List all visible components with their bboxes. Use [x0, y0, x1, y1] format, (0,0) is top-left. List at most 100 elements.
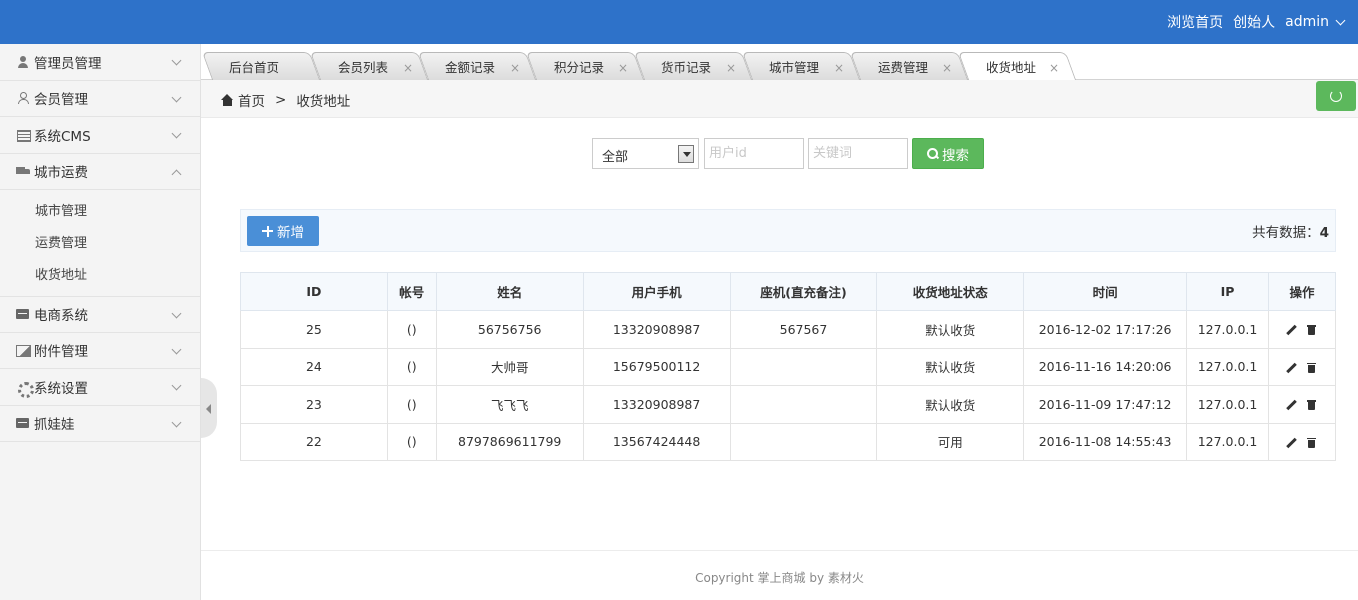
- trash-icon[interactable]: [1306, 399, 1318, 411]
- cell-account: (): [386, 422, 437, 461]
- cell-phone: 13567424448: [582, 422, 731, 461]
- sidebar-subitem-shipping-address[interactable]: 收货地址: [0, 260, 200, 292]
- cell-name: 8797869611799: [435, 422, 584, 461]
- breadcrumb: 首页 > 收货地址: [221, 90, 350, 110]
- user-id-input[interactable]: [704, 138, 804, 169]
- cell-time: 2016-11-09 17:47:12: [1023, 385, 1188, 424]
- chevron-down-icon: [171, 55, 182, 66]
- tab-label: 金额记录: [445, 60, 496, 75]
- record-count-label: 共有数据：: [1252, 225, 1320, 241]
- footer-divider: [201, 550, 1358, 551]
- close-icon[interactable]: ×: [726, 58, 736, 78]
- admin-username: admin: [1285, 14, 1329, 30]
- plus-icon: [262, 225, 273, 237]
- card-icon: [16, 416, 30, 430]
- sidebar-item-city-freight[interactable]: 城市运费: [0, 154, 200, 190]
- submenu-city-freight: 城市管理 运费管理 收货地址: [0, 190, 200, 296]
- search-icon: [927, 148, 938, 159]
- trash-icon[interactable]: [1306, 362, 1318, 374]
- tab-label: 运费管理: [878, 60, 929, 75]
- sidebar-subitem-freight-management[interactable]: 运费管理: [0, 228, 200, 260]
- breadcrumb-home[interactable]: 首页: [238, 90, 265, 110]
- cell-ip: 127.0.0.1: [1186, 385, 1269, 424]
- edit-icon[interactable]: [1286, 362, 1298, 374]
- trash-icon[interactable]: [1306, 324, 1318, 336]
- record-count-value: 4: [1319, 225, 1329, 241]
- record-count: 共有数据：4: [1252, 221, 1329, 241]
- tab-label: 城市管理: [769, 60, 820, 75]
- edit-icon[interactable]: [1286, 437, 1298, 449]
- search-button-label: 搜索: [942, 147, 969, 164]
- sidebar-item-admin[interactable]: 管理员管理: [0, 44, 200, 81]
- cell-phone: 15679500112: [582, 347, 731, 386]
- sidebar-subitem-city-management[interactable]: 城市管理: [0, 196, 200, 228]
- column-header: 用户手机: [582, 272, 731, 311]
- table-row: 23 () 飞飞飞 13320908987 默认收货 2016-11-09 17…: [240, 385, 1337, 424]
- founder-link[interactable]: 创始人: [1233, 12, 1275, 32]
- column-header: 时间: [1023, 272, 1188, 311]
- sidebar-collapse-handle[interactable]: [201, 378, 217, 438]
- column-header: 帐号: [386, 272, 437, 311]
- keyword-input[interactable]: [808, 138, 908, 169]
- sidebar-item-label: 会员管理: [34, 92, 88, 109]
- cell-account: (): [386, 347, 437, 386]
- breadcrumb-separator: >: [275, 92, 287, 108]
- cell-landline: [729, 422, 878, 461]
- cell-status: 默认收货: [876, 385, 1025, 424]
- breadcrumb-bar: 首页 > 收货地址: [201, 80, 1358, 118]
- cell-time: 2016-12-02 17:17:26: [1023, 310, 1188, 349]
- add-button-label: 新增: [277, 225, 304, 241]
- cell-landline: [729, 347, 878, 386]
- edit-icon[interactable]: [1286, 399, 1298, 411]
- sidebar-item-label: 电商系统: [34, 308, 88, 325]
- sidebar-item-ecommerce[interactable]: 电商系统: [0, 296, 200, 333]
- sidebar-item-label: 系统CMS: [34, 128, 91, 145]
- tab-label: 会员列表: [338, 60, 389, 75]
- chevron-down-icon: [171, 92, 182, 102]
- cell-id: 23: [240, 385, 388, 424]
- refresh-button[interactable]: [1316, 81, 1356, 111]
- cell-ip: 127.0.0.1: [1186, 310, 1269, 349]
- document-icon: [16, 128, 31, 142]
- sidebar-item-cms[interactable]: 系统CMS: [0, 117, 200, 154]
- chevron-down-icon: [171, 128, 182, 139]
- card-icon: [16, 307, 30, 321]
- chevron-down-icon: [171, 344, 182, 354]
- cell-account: (): [386, 310, 437, 349]
- cell-account: (): [386, 385, 437, 424]
- sidebar-item-label: 城市运费: [34, 165, 88, 182]
- cell-id: 25: [240, 310, 388, 349]
- add-button[interactable]: 新增: [247, 216, 319, 246]
- chevron-down-icon: [171, 417, 182, 427]
- close-icon[interactable]: ×: [403, 58, 413, 78]
- column-header: 操作: [1267, 272, 1337, 311]
- close-icon[interactable]: ×: [510, 58, 520, 78]
- trash-icon[interactable]: [1306, 437, 1318, 449]
- column-header: 姓名: [435, 272, 584, 311]
- cell-actions: [1267, 385, 1337, 424]
- cell-name: 大帅哥: [435, 347, 584, 386]
- sidebar-item-attachments[interactable]: 附件管理: [0, 333, 200, 369]
- sidebar-item-claw-machine[interactable]: 抓娃娃: [0, 406, 200, 442]
- close-icon[interactable]: ×: [834, 58, 844, 78]
- sidebar-item-settings[interactable]: 系统设置: [0, 369, 200, 406]
- search-button[interactable]: 搜索: [912, 138, 984, 169]
- status-select[interactable]: 全部: [592, 138, 699, 169]
- cell-phone: 13320908987: [582, 385, 731, 424]
- cell-phone: 13320908987: [582, 310, 731, 349]
- top-nav: 浏览首页 创始人 admin: [1167, 0, 1346, 44]
- column-header: 座机(直充备注): [729, 272, 878, 311]
- sidebar-item-members[interactable]: 会员管理: [0, 81, 200, 117]
- close-icon[interactable]: ×: [942, 58, 952, 78]
- close-icon[interactable]: ×: [1049, 58, 1059, 78]
- sidebar: 管理员管理 会员管理 系统CMS 城市运费 城市管理 运费管理 收货地址 电商系…: [0, 44, 201, 600]
- chevron-down-icon: [171, 308, 182, 319]
- edit-icon[interactable]: [1286, 324, 1298, 336]
- browse-home-link[interactable]: 浏览首页: [1167, 12, 1223, 32]
- cell-id: 22: [240, 422, 388, 461]
- breadcrumb-current: 收货地址: [296, 94, 351, 110]
- admin-menu[interactable]: admin: [1285, 14, 1346, 30]
- cell-status: 默认收货: [876, 310, 1025, 349]
- column-header: IP: [1186, 272, 1269, 311]
- close-icon[interactable]: ×: [618, 58, 628, 78]
